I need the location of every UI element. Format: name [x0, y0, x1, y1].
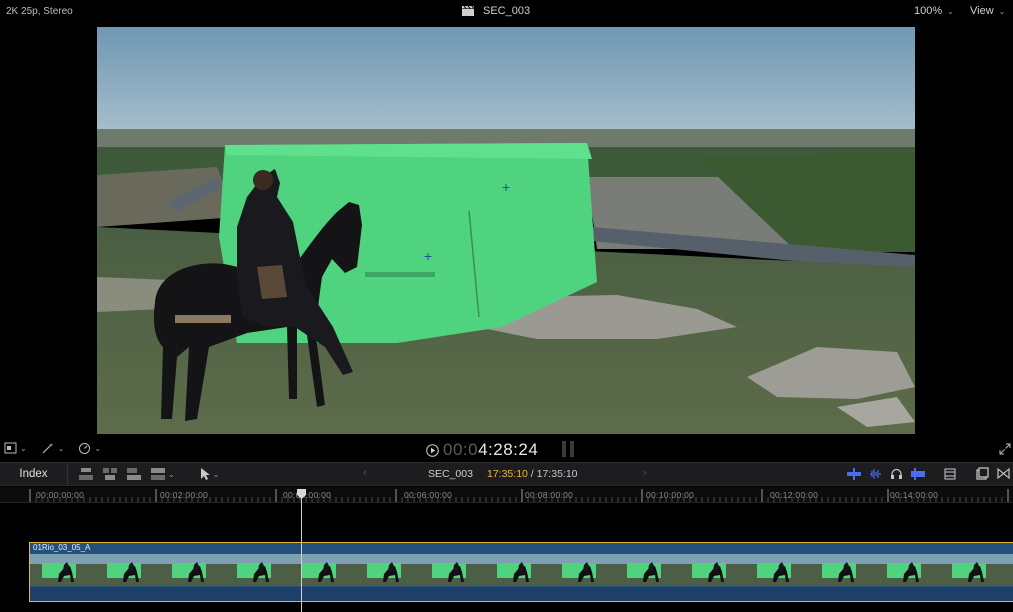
append-clip-icon[interactable] — [126, 467, 142, 481]
svg-text:+: + — [424, 248, 432, 264]
tool-select-menu[interactable]: ⌄ — [199, 467, 220, 481]
speedometer-icon — [79, 443, 91, 454]
clip-thumbnail — [160, 554, 225, 586]
zoom-select[interactable]: 100% ⌄ — [914, 5, 954, 17]
browser-toggle-icon[interactable] — [976, 467, 989, 480]
playhead-handle[interactable] — [297, 489, 306, 499]
timeline-ruler[interactable]: 00:00:00:00 00:02:00:00 00:04:00:00 00:0… — [0, 487, 1013, 503]
ruler-label: 00:02:00:00 — [160, 490, 209, 500]
viewer-frame[interactable]: + + — [97, 27, 915, 434]
timecode-display[interactable]: 00:0 4:28:24 — [426, 440, 538, 460]
svg-text:+: + — [502, 179, 510, 195]
zoom-value: 100% — [914, 5, 943, 17]
clip-audio — [30, 587, 1013, 601]
playhead[interactable] — [301, 491, 302, 612]
connect-clip-icon[interactable] — [78, 467, 94, 481]
chevron-down-icon: ⌄ — [168, 469, 175, 479]
timecode-leading: 00:0 — [443, 440, 479, 459]
magic-wand-icon — [42, 443, 53, 454]
current-duration: 17:35:10 — [487, 468, 528, 480]
history-forward-button[interactable]: › — [643, 467, 647, 479]
snapping-icon[interactable] — [910, 467, 926, 481]
clip-thumbnail — [875, 554, 940, 586]
transitions-browser-icon[interactable] — [997, 467, 1010, 480]
ruler-label: 00:06:00:00 — [404, 490, 453, 500]
chevron-down-icon: ⌄ — [57, 443, 65, 453]
play-icon[interactable] — [426, 443, 439, 457]
ruler-label: 00:14:00:00 — [890, 490, 939, 500]
video-skimming-icon[interactable] — [846, 467, 862, 481]
viewer-controls: ⌄ ⌄ ⌄ 00:0 4:28:24 — [0, 436, 1013, 462]
enhancements-menu-button[interactable]: ⌄ — [41, 442, 65, 454]
history-back-button[interactable]: ‹ — [363, 467, 367, 479]
project-duration: 17:35:10 / 17:35:10 — [487, 468, 578, 480]
ruler-label: 00:00:00:00 — [36, 490, 85, 500]
audio-skimming-icon[interactable] — [869, 467, 883, 481]
overwrite-clip-icon — [151, 468, 165, 480]
clip-thumbnail — [225, 554, 290, 586]
timeline-toolbar: Index ⌄ ⌄ ‹ SEC_003 17:35:10 / 17:35:10 … — [0, 462, 1013, 486]
clip-filmstrip — [30, 554, 1013, 586]
video-frame-image: + + — [97, 27, 915, 434]
fullscreen-icon[interactable] — [999, 443, 1011, 455]
clip-appearance-icon[interactable] — [943, 467, 957, 481]
timeline-view-tools — [846, 467, 957, 481]
headphones-icon[interactable] — [890, 467, 903, 481]
format-info: 2K 25p, Stereo — [6, 6, 73, 17]
clip-thumbnail — [940, 554, 1005, 586]
timeline-area[interactable]: 01Rio_03_05_A — [0, 504, 1013, 612]
insert-clip-icon[interactable] — [102, 467, 118, 481]
clip-name: 01Rio_03_05_A — [33, 543, 91, 552]
retime-menu-button[interactable]: ⌄ — [78, 442, 101, 454]
clip-thumbnail — [550, 554, 615, 586]
chevron-down-icon: ⌄ — [212, 469, 220, 479]
clip-thumbnail — [615, 554, 680, 586]
clip-thumbnail — [290, 554, 355, 586]
clip-thumbnail — [680, 554, 745, 586]
clip-thumbnail — [485, 554, 550, 586]
clip-thumbnail — [355, 554, 420, 586]
pause-icon[interactable] — [561, 440, 575, 458]
clip-thumbnail — [30, 554, 95, 586]
chevron-down-icon: ⌄ — [94, 443, 102, 453]
total-duration: / 17:35:10 — [530, 468, 578, 480]
viewer-clip-title: SEC_003 — [462, 5, 530, 17]
clip-thumbnail — [1005, 554, 1013, 586]
timecode-value: 4:28:24 — [478, 440, 539, 459]
clip-thumbnail — [95, 554, 160, 586]
view-label: View — [970, 5, 994, 17]
clapperboard-icon — [462, 6, 474, 16]
chevron-down-icon: ⌄ — [947, 6, 954, 16]
select-tool-icon — [200, 468, 210, 480]
ruler-ticks — [29, 489, 1009, 502]
clip-title: SEC_003 — [483, 5, 531, 17]
clip-thumbnail — [810, 554, 875, 586]
ruler-label: 00:04:00:00 — [283, 490, 332, 500]
inspector-toggles — [976, 467, 1010, 480]
clip-thumbnail — [420, 554, 485, 586]
ruler-label: 00:10:00:00 — [646, 490, 695, 500]
edit-tool-group: ⌄ ⌄ — [78, 467, 219, 481]
transform-icon — [4, 442, 17, 454]
viewer-header: 2K 25p, Stereo SEC_003 100% ⌄ View ⌄ — [0, 0, 1013, 26]
chevron-down-icon: ⌄ — [20, 443, 27, 453]
overwrite-menu-button[interactable]: ⌄ — [150, 467, 175, 481]
viewer-tool-buttons: ⌄ ⌄ ⌄ — [4, 442, 101, 454]
view-menu[interactable]: View ⌄ — [970, 5, 1005, 17]
index-button[interactable]: Index — [0, 463, 68, 485]
ruler-label: 00:12:00:00 — [770, 490, 819, 500]
ruler-label: 00:08:00:00 — [525, 490, 574, 500]
timeline-clip[interactable]: 01Rio_03_05_A — [29, 542, 1013, 602]
project-name: SEC_003 — [428, 468, 473, 480]
chevron-down-icon: ⌄ — [998, 6, 1006, 16]
clip-thumbnail — [745, 554, 810, 586]
transform-menu-button[interactable]: ⌄ — [4, 442, 27, 454]
